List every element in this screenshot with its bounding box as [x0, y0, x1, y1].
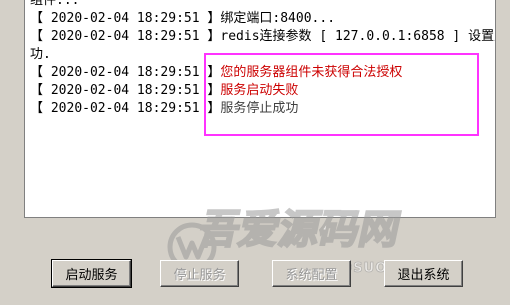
system-config-button[interactable]: 系统配置 — [272, 260, 351, 287]
log-bracket-close: 】 — [207, 11, 221, 26]
log-message-wrap: 功. — [30, 47, 51, 62]
highlight-annotation-box — [204, 53, 479, 136]
log-bracket-close: 】 — [207, 29, 221, 44]
watermark-w-icon — [175, 236, 209, 260]
log-line: 【 2020-02-04 18:29:51 】绑定端口:8400... — [30, 10, 490, 28]
log-bracket-open: 【 — [30, 65, 44, 80]
log-message: redis连接参数 [ 127.0.0.1:6858 ] 设置成 — [220, 29, 496, 44]
start-service-button[interactable]: 启动服务 — [51, 259, 132, 288]
log-partial-text: 组件... — [30, 0, 80, 8]
log-timestamp: 2020-02-04 18:29:51 — [50, 83, 200, 98]
log-timestamp: 2020-02-04 18:29:51 — [50, 29, 200, 44]
log-line-partial: 组件... — [30, 0, 490, 10]
log-panel[interactable]: 组件... 【 2020-02-04 18:29:51 】绑定端口:8400..… — [24, 0, 496, 218]
log-timestamp: 2020-02-04 18:29:51 — [50, 11, 200, 26]
log-bracket-open: 【 — [30, 11, 44, 26]
exit-system-button[interactable]: 退出系统 — [384, 260, 463, 287]
log-timestamp: 2020-02-04 18:29:51 — [50, 101, 200, 116]
log-timestamp: 2020-02-04 18:29:51 — [50, 65, 200, 80]
log-bracket-open: 【 — [30, 101, 44, 116]
log-bracket-open: 【 — [30, 29, 44, 44]
log-line: 【 2020-02-04 18:29:51 】redis连接参数 [ 127.0… — [30, 28, 495, 46]
log-message: 绑定端口:8400... — [220, 11, 336, 26]
stop-service-button[interactable]: 停止服务 — [160, 260, 239, 287]
log-bracket-open: 【 — [30, 83, 44, 98]
